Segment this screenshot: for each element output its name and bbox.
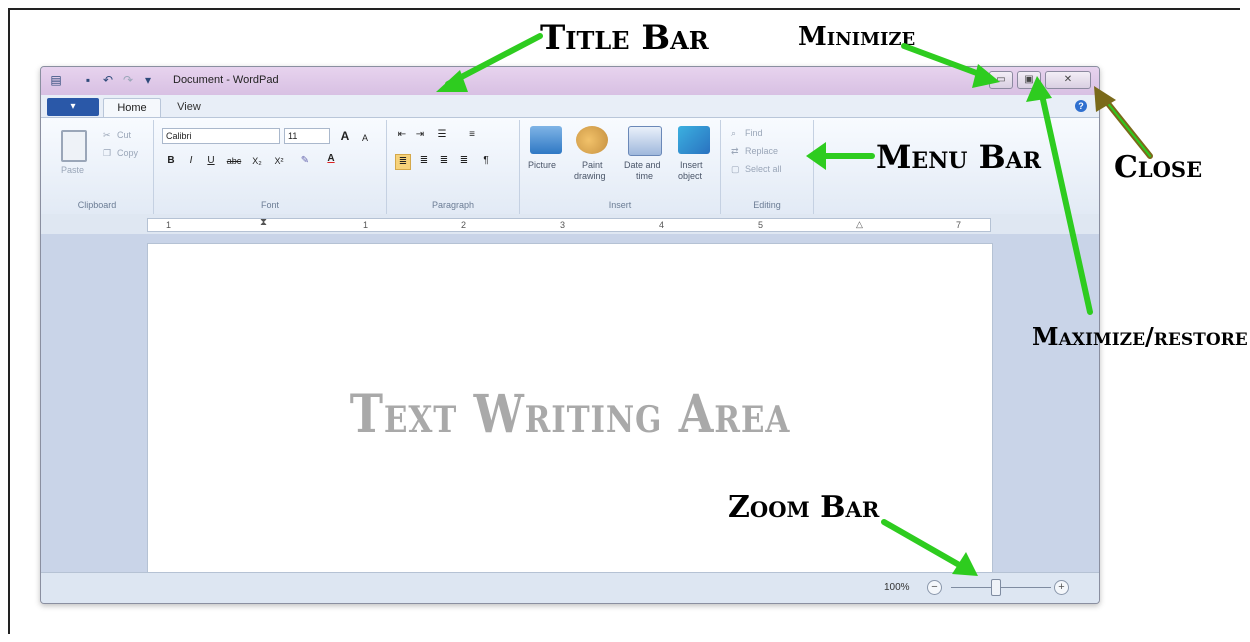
- minimize-arrowhead-icon: [972, 64, 1000, 88]
- maximize-arrow-icon: [1037, 83, 1093, 315]
- maximize-arrowhead-icon: [1026, 76, 1052, 102]
- annotation-arrows: [436, 33, 1153, 576]
- zoom-bar-arrow-icon: [881, 519, 971, 573]
- menu-bar-arrowhead-icon: [806, 142, 826, 170]
- close-arrow-highlight: [1101, 95, 1151, 157]
